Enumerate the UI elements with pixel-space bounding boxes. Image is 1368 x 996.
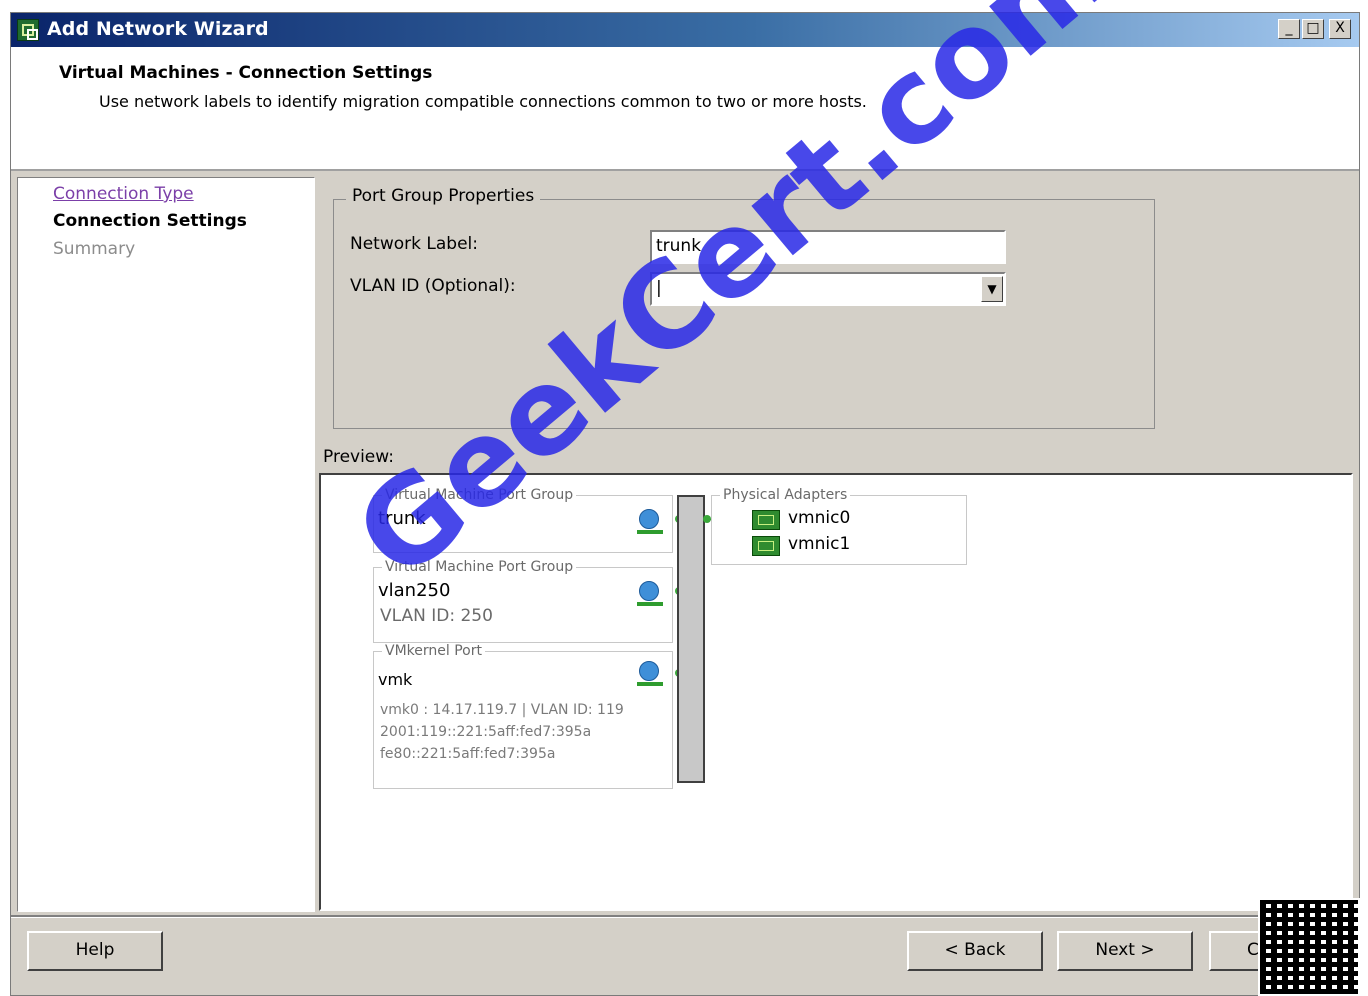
minimize-button[interactable]: _ [1278,19,1300,39]
close-button[interactable]: X [1329,19,1351,39]
vlan-id-value: | [656,278,662,298]
port-group-legend: Virtual Machine Port Group [382,487,577,503]
window-title: Add Network Wizard [47,18,269,40]
port-group-icon [637,509,663,535]
vmkernel-port-vmk: VMkernel Port vmk vmk0 : 14.17.119.7 | V… [373,643,673,789]
nic-icon [752,536,780,556]
nic-vmnic1: vmnic1 [788,534,851,554]
network-preview: Virtual Machine Port Group trunk Virtual… [319,473,1353,911]
port-group-vlan-id: VLAN ID: 250 [380,606,493,626]
footer-separator [11,915,1359,918]
vmk-ipv6-detail: 2001:119::221:5aff:fed7:395a [380,724,592,740]
nic-vmnic0: vmnic0 [788,508,851,528]
vmk-linklocal-detail: fe80::221:5aff:fed7:395a [380,746,556,762]
title-bar[interactable]: Add Network Wizard _ □ X [11,13,1359,47]
step-connection-type[interactable]: Connection Type [53,184,194,204]
vlan-id-combobox[interactable]: | ▼ [650,272,1006,306]
port-group-properties-legend: Port Group Properties [346,186,541,206]
physical-adapters-legend: Physical Adapters [720,487,851,503]
network-label-caption: Network Label: [350,234,478,254]
page-subtitle: Use network labels to identify migration… [99,92,867,111]
page-title: Virtual Machines - Connection Settings [59,63,433,83]
next-button[interactable]: Next > [1057,931,1193,971]
back-button[interactable]: < Back [907,931,1043,971]
vlan-id-caption: VLAN ID (Optional): [350,276,516,296]
virtual-switch-bar [677,495,705,783]
port-group-properties: Port Group Properties Network Label: tru… [333,186,1155,429]
physical-adapters: Physical Adapters vmnic0 vmnic1 [711,487,967,565]
maximize-button[interactable]: □ [1302,19,1324,39]
help-button[interactable]: Help [27,931,163,971]
port-group-name: trunk [378,508,426,529]
port-group-vlan250: Virtual Machine Port Group vlan250 VLAN … [373,559,673,643]
step-connection-settings: Connection Settings [53,211,247,231]
port-group-icon [637,581,663,607]
chevron-down-icon[interactable]: ▼ [981,276,1003,302]
vmkernel-port-icon [637,661,663,687]
port-group-name: vlan250 [378,580,451,601]
port-group-legend: Virtual Machine Port Group [382,559,577,575]
qr-code-image [1258,898,1360,996]
port-group-name: vmk [378,670,413,689]
connector-dot [703,515,711,523]
network-label-input[interactable]: trunk [650,230,1006,264]
port-group-trunk: Virtual Machine Port Group trunk [373,487,673,553]
preview-label: Preview: [323,447,394,467]
wizard-header: Virtual Machines - Connection Settings U… [11,47,1359,171]
vmk-ip-detail: vmk0 : 14.17.119.7 | VLAN ID: 119 [380,702,624,718]
wizard-window: Add Network Wizard _ □ X Virtual Machine… [10,12,1360,996]
wizard-steps-sidebar: Connection Type Connection Settings Summ… [17,177,315,912]
nic-icon [752,510,780,530]
vsphere-app-icon [17,19,39,41]
step-summary: Summary [53,239,136,259]
port-group-legend: VMkernel Port [382,643,485,659]
